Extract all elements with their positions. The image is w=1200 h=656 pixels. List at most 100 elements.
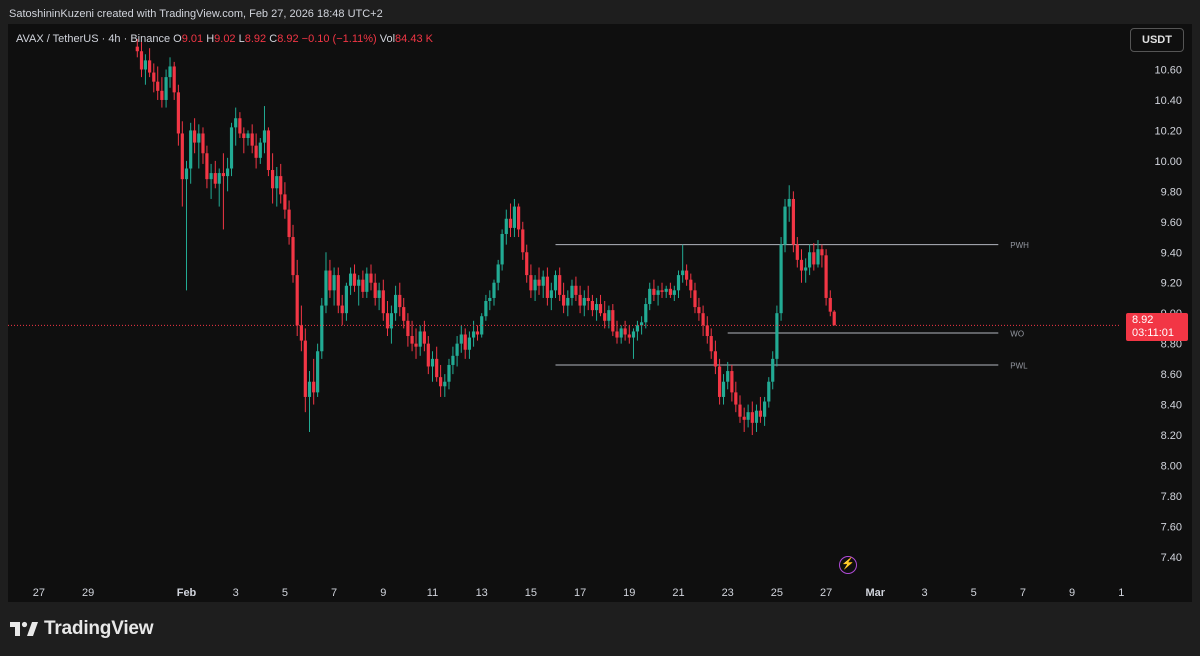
candle-body	[734, 392, 738, 405]
candle	[266, 127, 271, 177]
candle	[676, 270, 681, 298]
price-tick-label: 8.00	[1161, 460, 1182, 472]
price-tick-label: 9.20	[1161, 278, 1182, 290]
candle-body	[693, 290, 697, 308]
candle-body	[816, 249, 820, 265]
candle-body	[242, 133, 246, 139]
candle-body	[820, 249, 824, 256]
candle	[148, 48, 152, 78]
candle	[598, 294, 603, 317]
candle-body	[541, 276, 545, 286]
candle	[615, 320, 619, 344]
candle-body	[828, 297, 832, 312]
candle	[693, 282, 697, 314]
currency-button[interactable]: USDT	[1130, 28, 1184, 52]
candle-body	[648, 288, 652, 305]
candle-body	[357, 279, 361, 286]
candle-body	[348, 273, 353, 286]
candle-body	[406, 320, 410, 337]
candlestick-chart[interactable]: PWH WO PWL 10.60 10.40 10.20 10.00 9.80 9.60 9.4…	[8, 24, 1192, 602]
chart-panel[interactable]: PWH WO PWL 10.60 10.40 10.20 10.00 9.80 9.60 9.4…	[8, 24, 1192, 602]
candle	[467, 331, 471, 359]
candle	[402, 297, 406, 329]
candle	[394, 285, 398, 321]
candle-body	[340, 305, 344, 314]
candle-body	[303, 340, 307, 397]
candle	[664, 285, 668, 298]
candle	[205, 145, 209, 189]
candle-countdown: 03:11:01	[1132, 327, 1175, 339]
candle-body	[607, 310, 611, 321]
candle-body	[549, 290, 553, 298]
candle	[570, 279, 574, 306]
candle	[525, 244, 529, 283]
candle	[508, 203, 513, 238]
candle-body	[562, 294, 566, 306]
candle-body	[410, 336, 414, 344]
candle	[209, 163, 213, 199]
level-pwl[interactable]: PWL	[555, 361, 1029, 370]
candle	[824, 249, 828, 306]
candle-body	[594, 304, 599, 311]
time-axis[interactable]: 252729Feb3579111315171921232527Mar35791	[8, 587, 1125, 599]
candle-body	[422, 331, 426, 344]
candle	[713, 340, 717, 375]
candle-body	[574, 285, 578, 295]
candle	[553, 270, 558, 298]
price-tick-label: 7.40	[1161, 552, 1182, 564]
time-tick-label: 15	[525, 587, 537, 599]
candle	[316, 343, 320, 397]
level-label: PWH	[1010, 241, 1029, 250]
candle	[500, 229, 504, 271]
candle	[549, 282, 553, 311]
candle	[787, 185, 791, 222]
candle	[754, 404, 759, 432]
candle	[344, 282, 348, 321]
price-tick-label: 9.60	[1161, 217, 1182, 229]
candle	[767, 377, 771, 408]
candle-body	[447, 364, 451, 382]
time-tick-label: 5	[971, 587, 977, 599]
time-tick-label: 1	[1118, 587, 1124, 599]
price-tick-label: 8.60	[1161, 369, 1182, 381]
candle	[750, 401, 754, 436]
candle-body	[763, 401, 767, 417]
candle	[307, 371, 312, 432]
candle-body	[484, 300, 488, 317]
candle	[303, 328, 307, 413]
candle-body	[135, 46, 139, 52]
candle	[234, 107, 238, 146]
lightning-icon[interactable]: ⚡	[839, 556, 857, 574]
symbol-label[interactable]: AVAX / TetherUS · 4h · Binance	[16, 33, 170, 45]
candle	[603, 300, 607, 329]
candle	[582, 290, 586, 317]
candle	[361, 270, 365, 298]
candle-body	[521, 229, 525, 253]
level-label: PWL	[1010, 361, 1028, 370]
candle	[701, 305, 705, 337]
candle	[697, 297, 701, 321]
candle-body	[726, 371, 730, 382]
candle-body	[394, 294, 398, 314]
candle	[594, 297, 599, 321]
level-wo[interactable]: WO	[727, 329, 1024, 338]
tradingview-logo[interactable]: TradingView	[10, 618, 154, 640]
candle	[398, 282, 402, 317]
candle-body	[463, 334, 467, 350]
candle-body	[381, 290, 385, 314]
candle-body	[443, 381, 447, 387]
candle	[439, 364, 443, 397]
candle-body	[184, 168, 189, 180]
candle	[262, 106, 267, 154]
candle-body	[627, 334, 631, 338]
candle	[152, 63, 156, 93]
candle	[763, 396, 767, 426]
candle-body	[824, 255, 828, 298]
tradingview-wordmark: TradingView	[44, 618, 154, 639]
candle	[430, 351, 435, 382]
candle-body	[512, 206, 517, 228]
candle-body	[328, 270, 332, 291]
candle	[648, 282, 652, 311]
candle-body	[529, 275, 533, 291]
candle-body	[767, 381, 771, 402]
